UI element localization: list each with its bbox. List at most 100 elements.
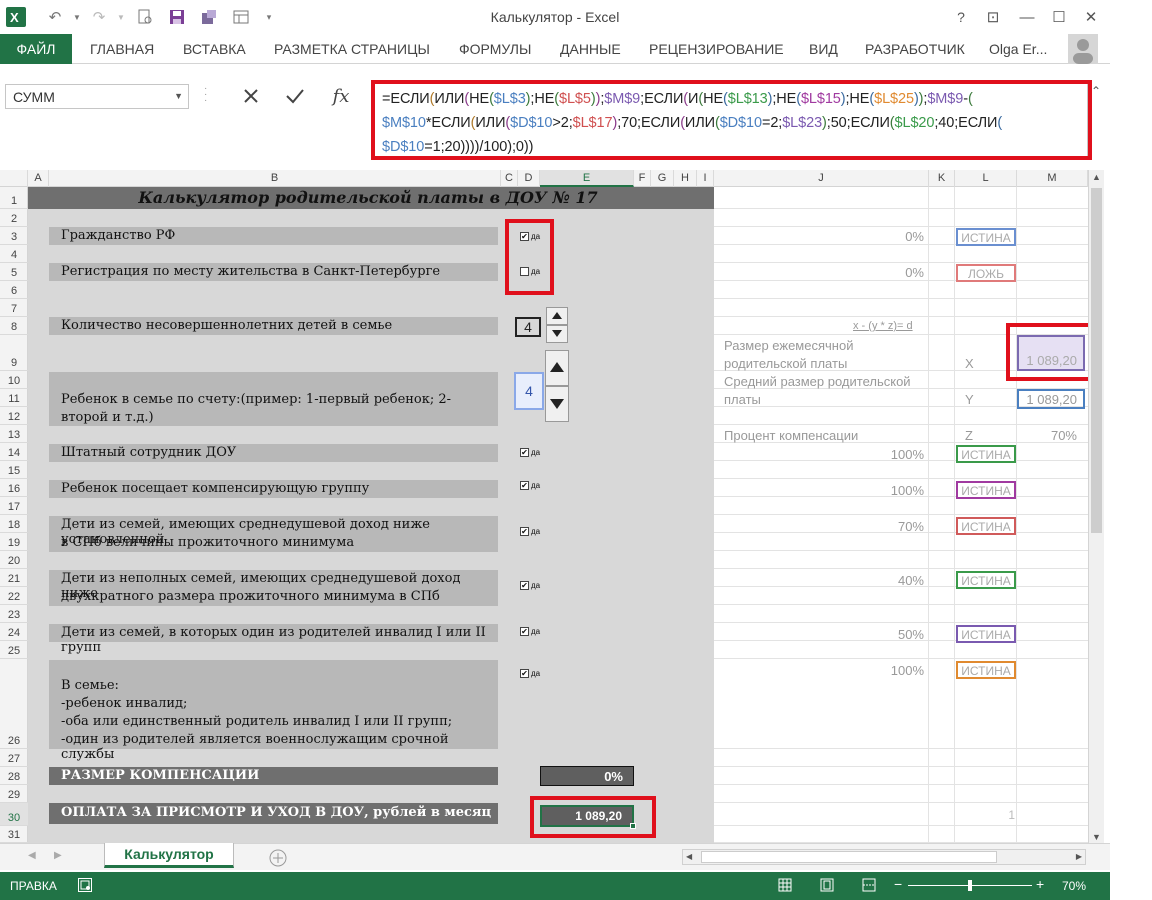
- l3-cell[interactable]: ИСТИНА: [956, 228, 1016, 246]
- row-header-8[interactable]: 8: [0, 317, 28, 335]
- column-header-h[interactable]: H: [674, 170, 697, 187]
- save-icon[interactable]: [166, 6, 188, 28]
- close-button[interactable]: ✕: [1074, 0, 1108, 34]
- excel-logo-icon[interactable]: X: [6, 7, 26, 27]
- normal-view-icon[interactable]: [778, 878, 792, 892]
- vertical-scrollbar[interactable]: ▲ ▼: [1088, 170, 1104, 844]
- formula-input[interactable]: =ЕСЛИ(ИЛИ(НЕ($L$3);НЕ($L$5));$M$9;ЕСЛИ(И…: [374, 80, 1088, 160]
- child-order-up-button[interactable]: [545, 350, 569, 386]
- chevron-down-icon[interactable]: ▼: [174, 91, 183, 101]
- checkbox-compensating-group[interactable]: ✔ да: [520, 481, 540, 490]
- checkbox-staff[interactable]: ✔ да: [520, 448, 540, 457]
- checkbox-disabled-parent[interactable]: ✔ да: [520, 627, 540, 636]
- page-break-view-icon[interactable]: [862, 878, 876, 892]
- checkbox-citizenship[interactable]: ✔ да: [520, 232, 540, 241]
- tab-file[interactable]: ФАЙЛ: [0, 34, 72, 64]
- row-header-13[interactable]: 13: [0, 425, 28, 443]
- column-header-d[interactable]: D: [518, 170, 540, 187]
- row-header-5[interactable]: 5: [0, 263, 28, 281]
- row-header-19[interactable]: 19: [0, 533, 28, 551]
- zoom-slider-thumb[interactable]: [968, 880, 972, 891]
- checkbox-family-box[interactable]: ✔: [520, 669, 529, 678]
- tab-view[interactable]: ВИД: [809, 34, 838, 64]
- row-header-12[interactable]: 12: [0, 407, 28, 425]
- row-header-18[interactable]: 18: [0, 515, 28, 533]
- save-as-icon[interactable]: [198, 6, 220, 28]
- checkbox-staff-box[interactable]: ✔: [520, 448, 529, 457]
- row-header-2[interactable]: 2: [0, 209, 28, 227]
- row-header-3[interactable]: 3: [0, 227, 28, 245]
- tab-page-layout[interactable]: РАЗМЕТКА СТРАНИЦЫ: [274, 34, 430, 64]
- page-layout-view-icon[interactable]: [820, 878, 834, 892]
- avatar[interactable]: [1068, 34, 1098, 64]
- l13-cell[interactable]: ИСТИНА: [956, 445, 1016, 463]
- select-all-corner[interactable]: [0, 170, 28, 187]
- next-sheet-icon[interactable]: ▶: [54, 850, 62, 861]
- hscroll-right-icon[interactable]: ▶: [1076, 852, 1082, 861]
- undo-dropdown-icon[interactable]: ▼: [66, 6, 88, 28]
- row-header-6[interactable]: 6: [0, 281, 28, 299]
- fill-handle[interactable]: [630, 823, 636, 829]
- checkbox-registration-box[interactable]: [520, 267, 529, 276]
- hscroll-thumb[interactable]: [701, 851, 997, 863]
- name-box-separator-dots[interactable]: · · ·: [204, 84, 207, 106]
- l23-cell[interactable]: ИСТИНА: [956, 625, 1016, 643]
- row-header-21[interactable]: 21: [0, 569, 28, 587]
- children-count-up-button[interactable]: [546, 307, 568, 325]
- checkbox-disabled-parent-box[interactable]: ✔: [520, 627, 529, 636]
- column-header-f[interactable]: F: [634, 170, 651, 187]
- column-header-j[interactable]: J: [714, 170, 929, 187]
- zoom-slider[interactable]: [908, 880, 1032, 891]
- undo-icon[interactable]: ↶: [44, 6, 66, 28]
- customize-quick-access-icon[interactable]: ▾: [258, 6, 280, 28]
- column-header-c[interactable]: C: [501, 170, 518, 187]
- checkbox-incomplete-family[interactable]: ✔ да: [520, 581, 540, 590]
- l15-cell[interactable]: ИСТИНА: [956, 481, 1016, 499]
- scroll-up-icon[interactable]: ▲: [1092, 172, 1101, 182]
- insert-function-button[interactable]: fx: [322, 82, 360, 110]
- tab-review[interactable]: РЕЦЕНЗИРОВАНИЕ: [649, 34, 784, 64]
- row-header-23[interactable]: 23: [0, 605, 28, 623]
- row-header-26[interactable]: 26: [0, 659, 28, 749]
- row-header-4[interactable]: 4: [0, 245, 28, 263]
- ribbon-display-options-button[interactable]: ⊡: [976, 0, 1010, 34]
- macro-record-icon[interactable]: [78, 878, 92, 892]
- row-header-9[interactable]: 9: [0, 335, 28, 371]
- row-header-31[interactable]: 31: [0, 826, 28, 843]
- scroll-thumb[interactable]: [1091, 188, 1102, 533]
- redo-dropdown-icon[interactable]: ▼: [110, 6, 132, 28]
- row-header-20[interactable]: 20: [0, 551, 28, 569]
- row-header-10[interactable]: 10: [0, 371, 28, 389]
- tab-developer[interactable]: РАЗРАБОТЧИК: [865, 34, 965, 64]
- add-sheet-icon[interactable]: [268, 848, 288, 868]
- row-header-30[interactable]: 30: [0, 803, 28, 826]
- zoom-out-icon[interactable]: −: [894, 876, 902, 892]
- row-header-7[interactable]: 7: [0, 299, 28, 317]
- row-header-16[interactable]: 16: [0, 479, 28, 497]
- checkbox-low-income[interactable]: ✔ да: [520, 527, 540, 536]
- payment-result-cell[interactable]: 1 089,20: [540, 805, 636, 829]
- redo-icon[interactable]: ↷: [88, 6, 110, 28]
- print-preview-icon[interactable]: [134, 6, 156, 28]
- m9-cell[interactable]: 1 089,20: [1017, 335, 1085, 371]
- zoom-level[interactable]: 70%: [1062, 879, 1086, 893]
- user-name[interactable]: Olga Er...: [989, 34, 1047, 64]
- column-header-e[interactable]: E: [540, 170, 634, 187]
- formula-collapse-button[interactable]: ⌃: [1089, 80, 1103, 160]
- hscroll-left-icon[interactable]: ◀: [686, 852, 692, 861]
- l20-cell[interactable]: ИСТИНА: [956, 571, 1016, 589]
- column-header-b[interactable]: B: [49, 170, 501, 187]
- checkbox-registration[interactable]: да: [520, 267, 540, 276]
- tab-formulas[interactable]: ФОРМУЛЫ: [459, 34, 531, 64]
- child-order-value[interactable]: 4: [514, 372, 544, 410]
- column-header-i[interactable]: I: [697, 170, 714, 187]
- row-header-1[interactable]: 1: [0, 187, 28, 209]
- column-header-k[interactable]: K: [929, 170, 955, 187]
- row-header-29[interactable]: 29: [0, 785, 28, 803]
- horizontal-scrollbar[interactable]: ◀ ▶: [682, 849, 1086, 865]
- zoom-in-icon[interactable]: +: [1036, 876, 1044, 892]
- checkbox-compensating-box[interactable]: ✔: [520, 481, 529, 490]
- checkbox-incomplete-box[interactable]: ✔: [520, 581, 529, 590]
- maximize-button[interactable]: ☐: [1042, 0, 1076, 34]
- minimize-button[interactable]: —: [1010, 0, 1044, 34]
